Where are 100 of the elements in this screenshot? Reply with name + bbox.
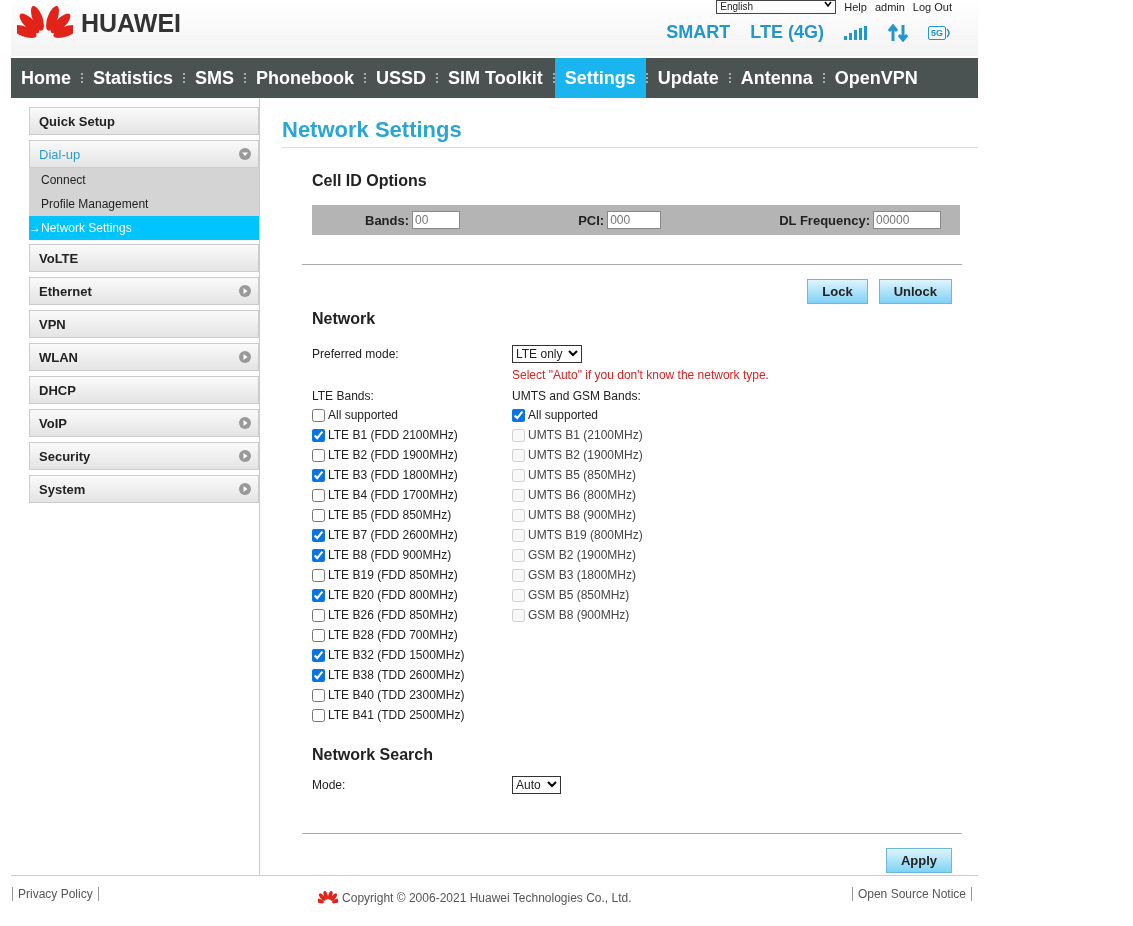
- collapse-icon: [239, 148, 251, 160]
- checkbox-label: LTE B41 (TDD 2500MHz): [328, 708, 465, 722]
- nav-tab[interactable]: Phonebook: [246, 58, 365, 98]
- network-type: LTE (4G): [750, 22, 824, 43]
- checkbox[interactable]: [312, 648, 325, 662]
- sidebar-item[interactable]: System: [29, 475, 259, 503]
- section-heading: Network Search: [312, 746, 434, 764]
- sidebar-item-label: System: [39, 481, 86, 497]
- checkbox-label: UMTS B6 (800MHz): [528, 488, 637, 502]
- nav-tab[interactable]: Update: [647, 58, 729, 98]
- checkbox-label: LTE B2 (FDD 1900MHz): [328, 448, 458, 462]
- checkbox[interactable]: [312, 548, 325, 562]
- checkbox[interactable]: [312, 668, 325, 682]
- expand-icon: [239, 450, 251, 462]
- checkbox-label: LTE B1 (FDD 2100MHz): [328, 428, 458, 442]
- checkbox[interactable]: [312, 488, 325, 502]
- checkbox-label: LTE B40 (TDD 2300MHz): [328, 688, 465, 702]
- logo-icon: [318, 891, 339, 905]
- checkbox-label: GSM B8 (900MHz): [528, 608, 630, 622]
- sidebar-item-label: VPN: [39, 316, 66, 332]
- checkbox[interactable]: [312, 588, 325, 602]
- field-label: Preferred mode:: [312, 346, 400, 361]
- expand-icon: [239, 351, 251, 363]
- checkbox-label: LTE B5 (FDD 850MHz): [328, 508, 452, 522]
- sidebar-item[interactable]: Quick Setup: [29, 107, 259, 135]
- nav-tab[interactable]: Home: [11, 58, 81, 98]
- action-button[interactable]: Unlock: [878, 279, 952, 304]
- field-label: Mode:: [312, 777, 347, 792]
- sidebar-item-label: WLAN: [39, 349, 78, 365]
- checkbox[interactable]: [312, 508, 325, 522]
- separator-icon: [728, 72, 731, 84]
- footer-link[interactable]: Open Source Notice: [851, 887, 972, 901]
- separator-icon: [552, 72, 555, 84]
- input-field[interactable]: 00000: [873, 211, 941, 229]
- sidebar-item-label: Quick Setup: [39, 113, 115, 129]
- sidebar-item[interactable]: VPN: [29, 310, 259, 338]
- action-button[interactable]: Lock: [807, 279, 868, 304]
- checkbox-label: LTE B19 (FDD 850MHz): [328, 568, 458, 582]
- checkbox-label: LTE B8 (FDD 900MHz): [328, 548, 452, 562]
- field-label: DL Frequency:: [779, 212, 870, 228]
- sidebar-item[interactable]: WLAN: [29, 343, 259, 371]
- sidebar-item[interactable]: VoIP: [29, 409, 259, 437]
- checkbox[interactable]: [512, 408, 525, 422]
- checkbox-label: All supported: [328, 408, 399, 422]
- column-label: LTE Bands:: [312, 387, 375, 405]
- checkbox[interactable]: [312, 608, 325, 622]
- sidebar-item[interactable]: DHCP: [29, 376, 259, 404]
- section-heading: Network: [312, 310, 377, 328]
- nav-tab[interactable]: SMS: [185, 58, 245, 98]
- hint-text: Select "Auto" if you don't know the network type.: [512, 367, 770, 384]
- input-field[interactable]: 00: [412, 211, 461, 229]
- checkbox-label: All supported: [528, 408, 599, 422]
- checkbox-label: UMTS B19 (800MHz): [528, 528, 643, 542]
- separator-icon: [822, 72, 825, 84]
- checkbox-label: GSM B2 (1900MHz): [528, 548, 637, 562]
- language-select[interactable]: English: [716, 0, 837, 14]
- checkbox[interactable]: [312, 468, 325, 482]
- copyright-text: Copyright © 2006-2021 Huawei Technologies Co., Ltd.: [342, 891, 632, 905]
- checkbox-label: LTE B38 (TDD 2600MHz): [328, 668, 465, 682]
- nav-tab[interactable]: SIM Toolkit: [438, 58, 553, 98]
- sidebar-item[interactable]: Ethernet: [29, 277, 259, 305]
- header-link[interactable]: Help: [844, 1, 867, 13]
- sidebar-item-label: Security: [39, 448, 91, 464]
- separator-icon: [183, 72, 186, 84]
- caret-icon: [546, 781, 557, 788]
- checkbox[interactable]: [312, 628, 325, 642]
- column-label: UMTS and GSM Bands:: [512, 387, 642, 405]
- data-transfer-icon: [888, 23, 908, 42]
- header-link[interactable]: admin: [874, 1, 905, 13]
- checkbox[interactable]: [312, 448, 325, 462]
- dropdown-select[interactable]: LTE only: [512, 344, 583, 363]
- checkbox-label: GSM B3 (1800MHz): [528, 568, 637, 582]
- caret-icon: [824, 1, 833, 7]
- checkbox-label: LTE B4 (FDD 1700MHz): [328, 488, 458, 502]
- dropdown-select[interactable]: Auto: [512, 775, 561, 794]
- sidebar-subitem[interactable]: Profile Management: [29, 192, 259, 216]
- wifi-wave-icon: [946, 26, 952, 39]
- nav-tab[interactable]: OpenVPN: [824, 58, 928, 98]
- sidebar-item[interactable]: Security: [29, 442, 259, 470]
- checkbox[interactable]: [312, 568, 325, 582]
- sidebar-subitem[interactable]: Connect: [29, 168, 259, 192]
- header-link[interactable]: Log Out: [912, 1, 952, 13]
- nav-tab[interactable]: Antenna: [730, 58, 823, 98]
- checkbox-label: UMTS B2 (1900MHz): [528, 448, 643, 462]
- nav-tab[interactable]: Statistics: [83, 58, 184, 98]
- checkbox-label: GSM B5 (850MHz): [528, 588, 630, 602]
- separator-icon: [244, 72, 247, 84]
- sidebar-item[interactable]: VoLTE: [29, 244, 259, 272]
- checkbox[interactable]: [312, 528, 325, 542]
- apply-button[interactable]: Apply: [885, 848, 952, 873]
- checkbox[interactable]: [312, 428, 325, 442]
- checkbox[interactable]: [312, 708, 325, 722]
- footer-link[interactable]: Privacy Policy: [12, 887, 99, 901]
- caret-icon: [568, 350, 579, 357]
- input-field[interactable]: 000: [607, 211, 662, 229]
- checkbox[interactable]: [312, 688, 325, 702]
- separator-icon: [81, 72, 83, 84]
- checkbox[interactable]: [312, 408, 325, 422]
- checkbox-label: UMTS B5 (850MHz): [528, 468, 637, 482]
- nav-tab[interactable]: USSD: [366, 58, 437, 98]
